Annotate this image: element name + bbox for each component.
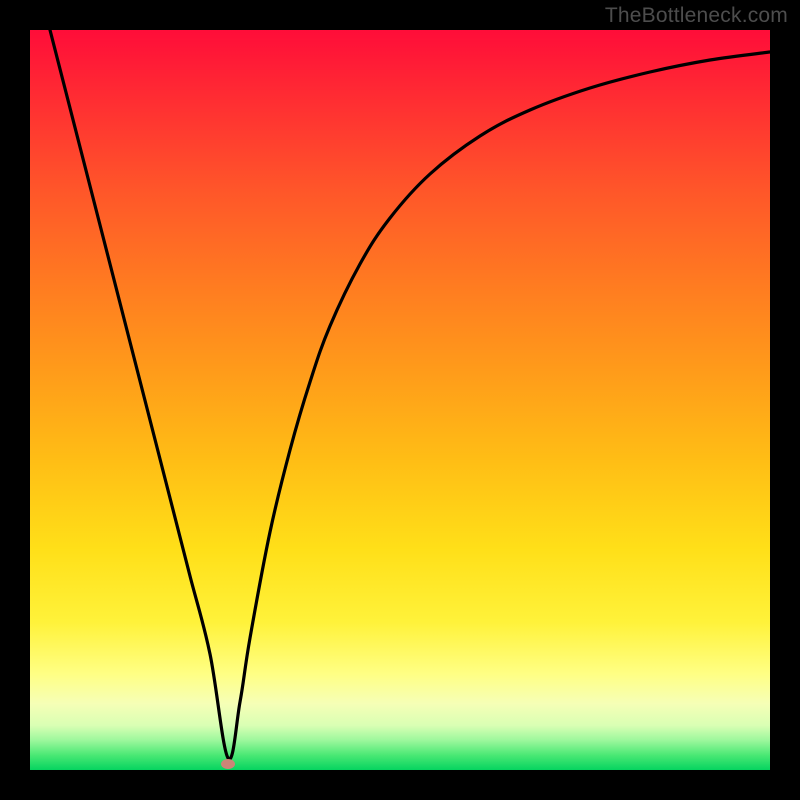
min-marker — [221, 759, 235, 769]
plot-area — [30, 30, 770, 770]
chart-frame: TheBottleneck.com — [0, 0, 800, 800]
curve-svg — [30, 30, 770, 770]
watermark-text: TheBottleneck.com — [605, 4, 788, 28]
bottleneck-curve — [50, 30, 770, 759]
